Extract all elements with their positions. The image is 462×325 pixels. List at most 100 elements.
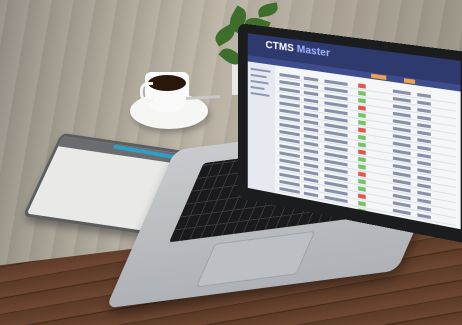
status-tag: [358, 135, 366, 140]
grid-cell: [393, 127, 411, 133]
grid-cell: [304, 105, 318, 110]
grid-cell: [417, 146, 431, 151]
grid-cell: [417, 138, 431, 143]
grid-cell: [393, 104, 411, 110]
grid-cell: [417, 100, 431, 105]
app-title-part1: CTMS: [265, 40, 293, 55]
app-sidebar: [248, 61, 276, 193]
grid-cell: [417, 198, 431, 204]
grid-cell: [279, 73, 299, 79]
grid-cell: [304, 177, 318, 183]
sidebar-line: [251, 68, 271, 73]
grid-cell: [304, 141, 318, 147]
app-title-part2: Master: [297, 44, 330, 60]
grid-cell: [393, 156, 411, 162]
status-tag: [358, 186, 366, 192]
grid-cell: [417, 93, 431, 98]
status-tag: [358, 164, 366, 170]
cup-handle: [140, 82, 153, 102]
status-tag: [358, 150, 366, 155]
grid-cell: [393, 209, 411, 216]
grid-cell: [324, 80, 347, 86]
grid-cell: [393, 149, 411, 155]
grid-cell: [304, 91, 318, 96]
grid-cell: [393, 201, 411, 208]
grid-cell: [279, 94, 299, 100]
grid-cell: [417, 221, 431, 227]
grid-cell: [417, 131, 431, 136]
grid-cell: [393, 89, 411, 95]
grid-cell: [304, 170, 318, 176]
grid-cell: [417, 116, 431, 121]
sidebar-line: [251, 80, 269, 85]
grid-cell: [304, 84, 318, 89]
menu-highlight: [371, 74, 386, 80]
grid-cell: [393, 216, 411, 223]
grid-cell: [304, 77, 318, 82]
status-tag: [358, 98, 366, 103]
grid-cell: [417, 108, 431, 113]
grid-cell: [393, 134, 411, 140]
grid-cell: [304, 184, 318, 190]
grid-cell: [279, 80, 299, 86]
grid-cell: [304, 112, 318, 117]
grid-cell: [393, 179, 411, 185]
grid-cell: [304, 199, 318, 205]
grid-cell: [417, 206, 431, 212]
grid-cell: [279, 87, 299, 93]
grid-cell: [393, 142, 411, 148]
grid-cell: [417, 153, 431, 159]
grid-cell: [393, 97, 411, 103]
sidebar-line: [251, 86, 265, 90]
grid-cell: [279, 101, 299, 107]
grid-cell: [393, 194, 411, 201]
grid-cell: [304, 156, 318, 162]
laptop-screen: CTMS Master: [248, 33, 461, 229]
menu-highlight: [404, 78, 415, 84]
sidebar-line: [251, 74, 267, 78]
grid-cell: [304, 120, 318, 125]
coffee: [148, 75, 186, 91]
grid-cell: [279, 130, 299, 136]
grid-cell: [393, 171, 411, 177]
photo-scene: CTMS Master: [0, 0, 462, 325]
grid-cell: [417, 176, 431, 182]
grid-cell: [279, 109, 299, 115]
grid-cell: [304, 127, 318, 132]
app-title: CTMS Master: [265, 40, 330, 60]
grid-cell: [324, 94, 347, 101]
status-tag: [358, 142, 366, 147]
status-tag: [358, 113, 366, 118]
status-tag: [358, 208, 366, 214]
laptop-trackpad: [196, 231, 316, 288]
grid-cell: [304, 192, 318, 198]
grid-cell: [417, 191, 431, 197]
grid-cell: [393, 164, 411, 170]
grid-cell: [279, 137, 299, 144]
grid-cell: [417, 168, 431, 174]
grid-cell: [279, 116, 299, 122]
grid-cell: [304, 163, 318, 169]
grid-cell: [393, 119, 411, 125]
grid-cell: [417, 161, 431, 167]
grid-cell: [417, 123, 431, 128]
grid-cell: [393, 186, 411, 192]
status-tag: [358, 105, 366, 110]
status-tag: [358, 83, 366, 88]
grid-cell: [304, 148, 318, 154]
status-tag: [358, 157, 366, 163]
status-tag: [358, 127, 366, 132]
status-tag: [358, 179, 366, 185]
grid-cell: [324, 87, 347, 94]
status-tag: [358, 91, 366, 96]
grid-cell: [304, 98, 318, 103]
app-data-grid: [277, 72, 456, 224]
status-tag: [358, 201, 366, 207]
grid-cell: [417, 213, 431, 219]
grid-cell: [417, 183, 431, 189]
grid-cell: [324, 101, 347, 108]
sidebar-line: [251, 92, 270, 97]
grid-cell: [304, 134, 318, 140]
status-tag: [358, 120, 366, 125]
grid-cell: [393, 112, 411, 118]
